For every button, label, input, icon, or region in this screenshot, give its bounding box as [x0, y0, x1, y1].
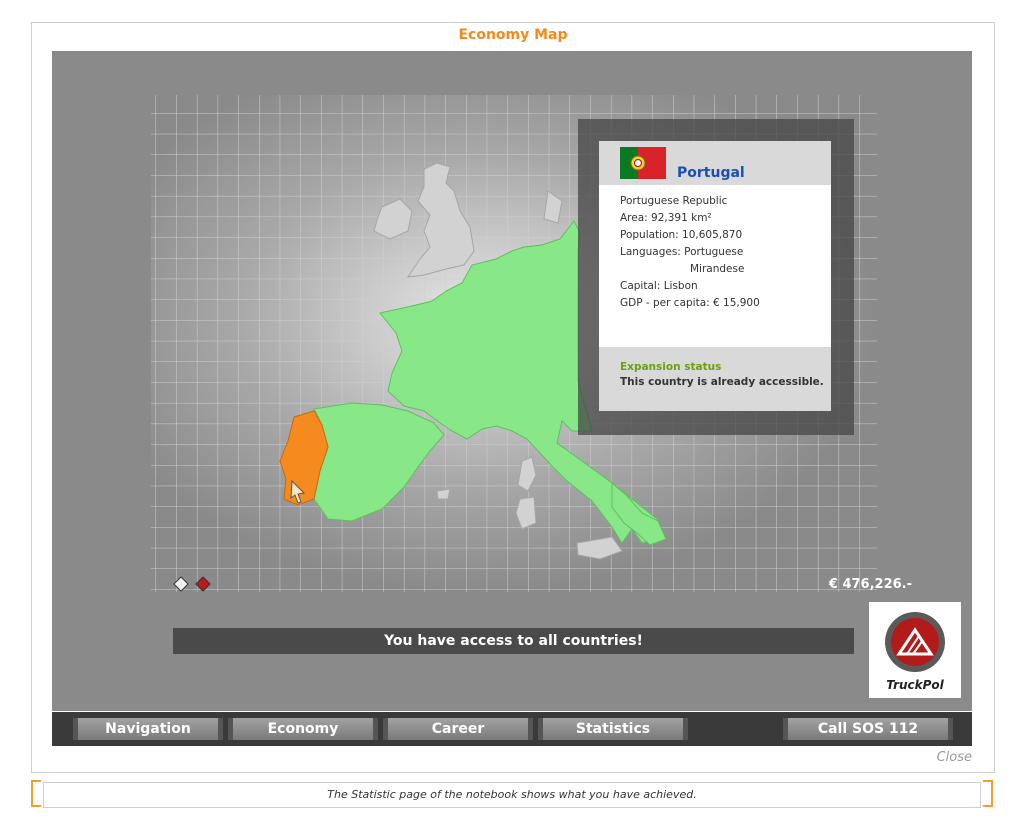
close-link[interactable]: Close	[937, 750, 972, 765]
country-info-panel: Portugal Portuguese Republic Area: 92,39…	[599, 141, 831, 411]
map-viewport: Portugal Portuguese Republic Area: 92,39…	[52, 51, 972, 711]
status-bar: The Statistic page of the notebook shows…	[31, 780, 993, 808]
bottom-navigation-bar: Navigation Economy Career Statistics Cal…	[52, 712, 972, 746]
navigation-button[interactable]: Navigation	[73, 718, 223, 740]
gdp-text: GDP - per capita: € 15,900	[620, 297, 760, 309]
economy-button[interactable]: Economy	[228, 718, 378, 740]
status-message: The Statistic page of the notebook shows…	[327, 788, 697, 801]
population-text: Population: 10,605,870	[620, 229, 743, 241]
money-balance: € 476,226.-	[828, 577, 912, 592]
expansion-status-text: This country is already accessible.	[620, 376, 824, 388]
logo-text: TruckPol	[886, 678, 944, 692]
country-details: Portuguese Republic Area: 92,391 km² Pop…	[599, 185, 831, 312]
portugal-flag-icon	[620, 147, 666, 179]
career-button[interactable]: Career	[383, 718, 533, 740]
truckpol-logo: TruckPol	[869, 602, 961, 698]
official-name: Portuguese Republic	[620, 195, 728, 207]
balearic-region	[436, 488, 451, 500]
expansion-status-box: Expansion status This country is already…	[599, 347, 831, 411]
info-panel-header: Portugal	[599, 141, 831, 185]
statistics-button[interactable]: Statistics	[538, 718, 688, 740]
call-sos-button[interactable]: Call SOS 112	[783, 718, 953, 740]
languages-text-2: Mirandese	[690, 263, 745, 275]
window-title: Economy Map	[458, 27, 568, 43]
country-name: Portugal	[677, 165, 745, 181]
access-message: You have access to all countries!	[173, 628, 854, 654]
languages-text: Languages: Portuguese	[620, 246, 744, 258]
capital-text: Capital: Lisbon	[620, 280, 698, 292]
economy-map-window: Economy Map Portugal Portuguese Republic…	[31, 22, 995, 773]
area-text: Area: 92,391 km²	[620, 212, 712, 224]
expansion-status-title: Expansion status	[620, 361, 722, 373]
